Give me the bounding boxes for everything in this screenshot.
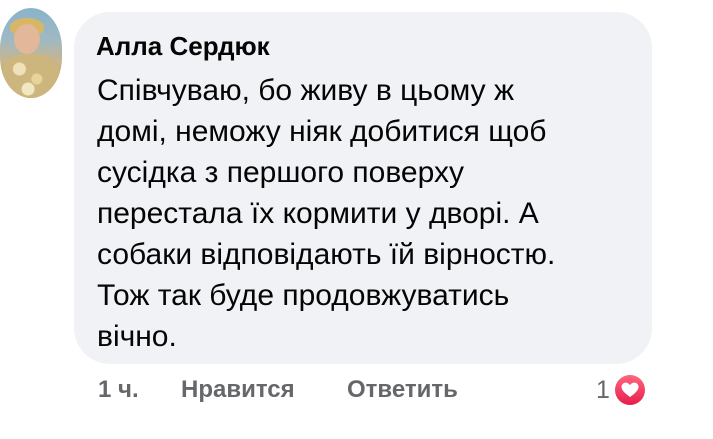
comment-text-line: сусідка з першого поверху [97,156,464,189]
comment-text-line: Тож так буде продовжуватись [97,279,510,312]
comment-text-line: домі, неможу ніяк добитися щоб [97,115,547,148]
reaction-count: 1 [596,375,610,404]
reply-button[interactable]: Ответить [347,376,458,404]
reaction-summary[interactable]: 1 [596,370,646,410]
comment-author[interactable]: Алла Сердюк [96,30,270,62]
heart-icon [613,374,646,406]
avatar[interactable] [0,8,62,98]
comment: Алла Сердюк Співчуваю, бо живу в цьому ж… [0,0,713,439]
comment-text: Співчуваю, бо живу в цьому ж домі, немож… [97,70,555,357]
comment-text-line: вічно. [97,320,177,353]
comment-text-line: собаки відповідають їй вірностю. [97,238,556,271]
like-button[interactable]: Нравится [181,376,295,404]
comment-text-line: Співчуваю, бо живу в цьому ж [97,74,515,107]
comment-text-line: перестала їх кормити у дворі. А [97,197,539,230]
comment-timestamp[interactable]: 1 ч. [98,376,139,404]
